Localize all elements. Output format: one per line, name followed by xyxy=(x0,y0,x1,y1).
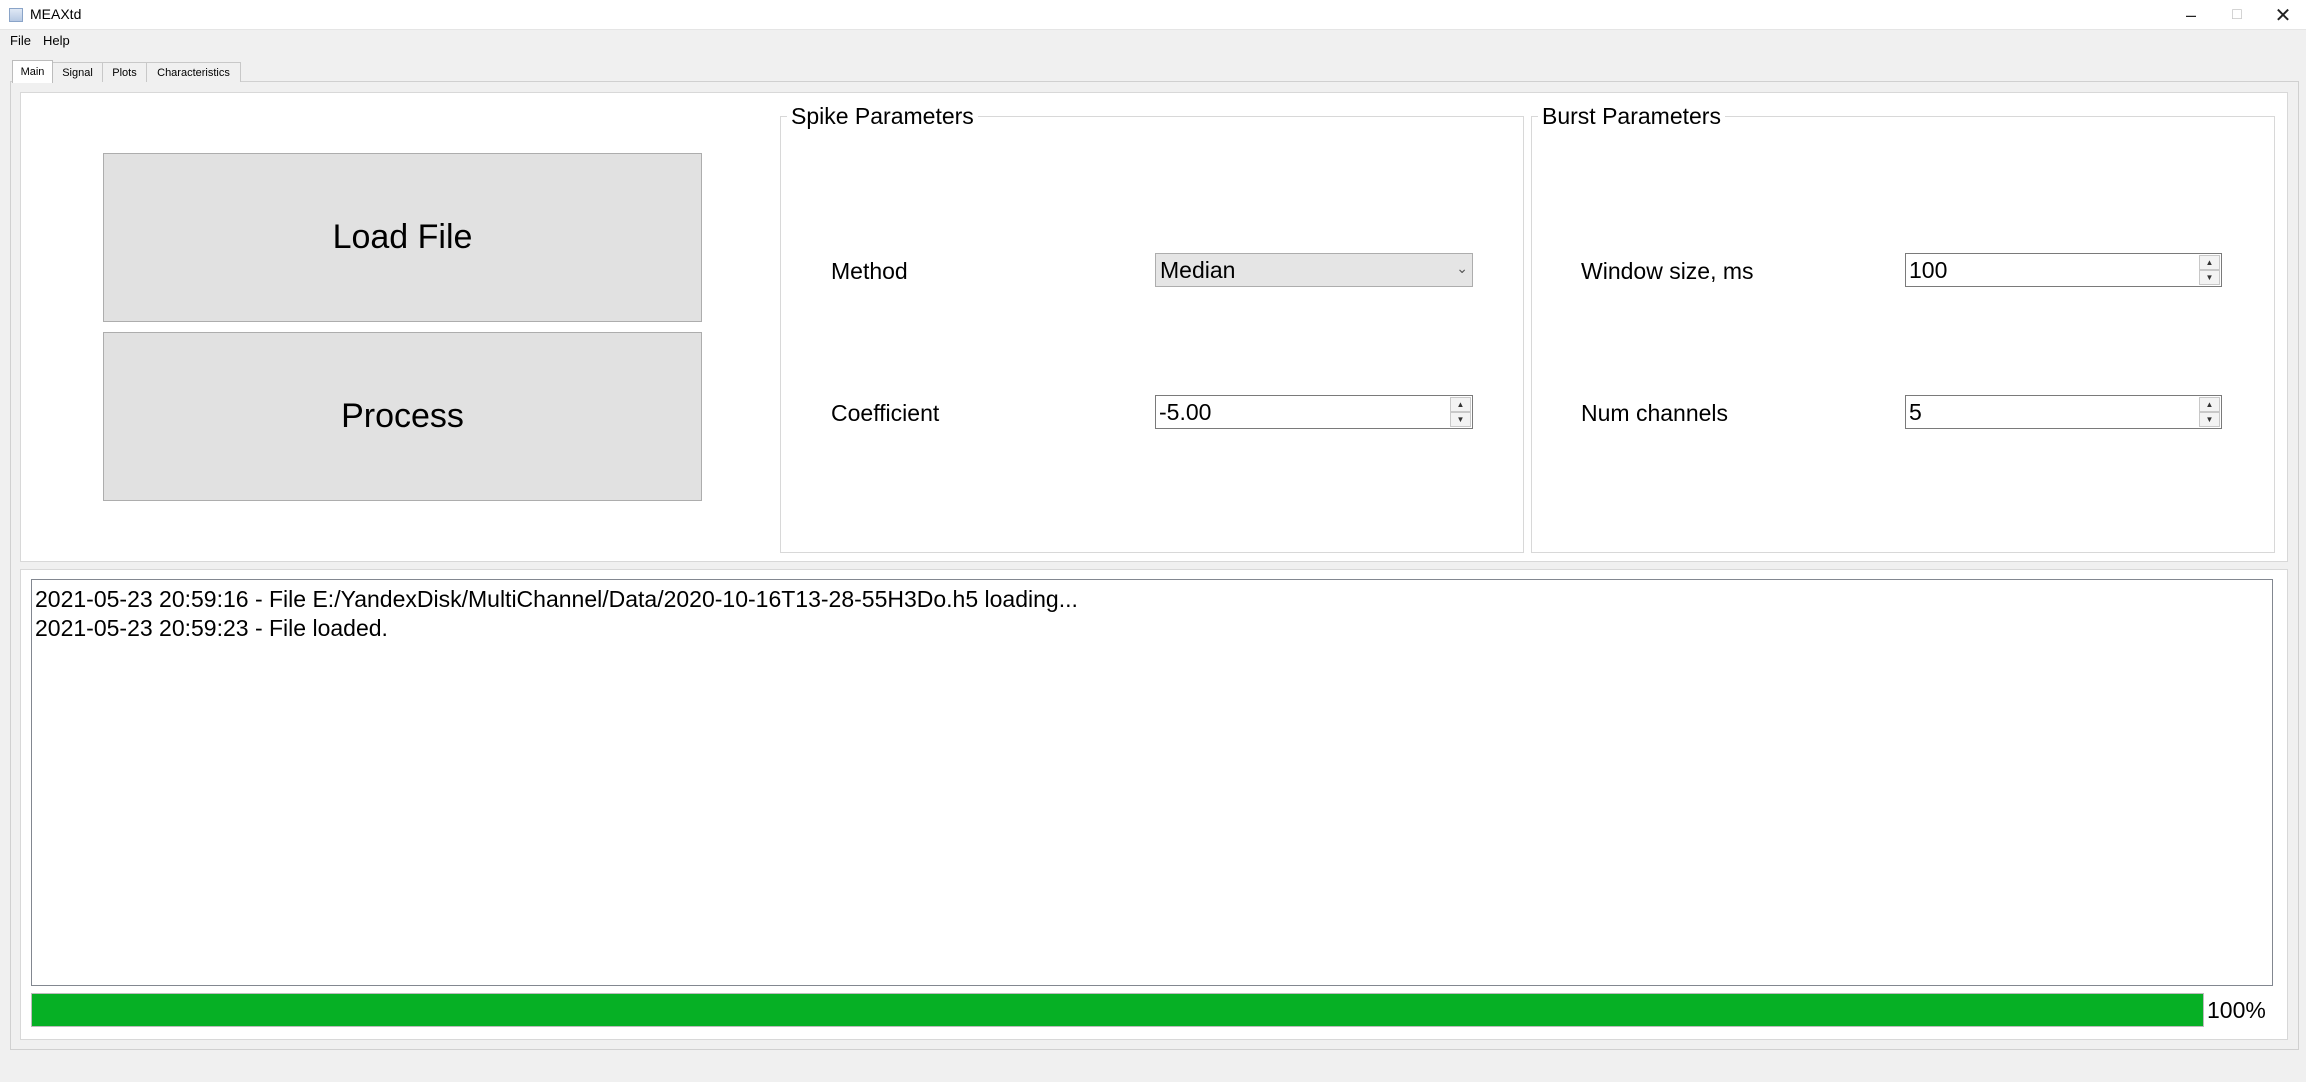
burst-parameters-group xyxy=(1531,116,2275,553)
log-line: 2021-05-23 20:59:16 - File E:/YandexDisk… xyxy=(35,586,1078,612)
method-label: Method xyxy=(831,258,908,284)
spin-up-icon[interactable]: ▲ xyxy=(2199,397,2220,412)
log-line: 2021-05-23 20:59:23 - File loaded. xyxy=(35,615,388,641)
window-title: MEAXtd xyxy=(30,6,82,22)
coefficient-spinbox[interactable]: -5.00 ▲ ▼ xyxy=(1155,395,1473,429)
coefficient-value: -5.00 xyxy=(1159,399,1212,425)
close-icon[interactable]: ✕ xyxy=(2260,0,2306,30)
menu-bar: File Help xyxy=(0,30,2306,52)
window-size-value: 100 xyxy=(1909,257,1948,283)
progress-fill xyxy=(32,994,2203,1026)
coefficient-label: Coefficient xyxy=(831,400,940,426)
tab-plots[interactable]: Plots xyxy=(102,62,147,82)
tab-signal[interactable]: Signal xyxy=(52,62,103,82)
method-select-value: Median xyxy=(1160,256,1236,283)
menu-file[interactable]: File xyxy=(10,33,31,48)
spike-parameters-group xyxy=(780,116,1524,553)
log-textarea[interactable]: 2021-05-23 20:59:16 - File E:/YandexDisk… xyxy=(31,579,2273,986)
method-select[interactable]: Median ⌄ xyxy=(1155,253,1473,287)
window-size-spinbox[interactable]: 100 ▲ ▼ xyxy=(1905,253,2222,287)
minimize-icon[interactable]: – xyxy=(2168,0,2214,30)
burst-parameters-title: Burst Parameters xyxy=(1538,103,1725,130)
spin-down-icon[interactable]: ▼ xyxy=(1450,412,1471,427)
spin-up-icon[interactable]: ▲ xyxy=(1450,397,1471,412)
progress-bar xyxy=(31,993,2204,1027)
progress-label: 100% xyxy=(2207,997,2266,1023)
window-size-label: Window size, ms xyxy=(1581,258,1754,284)
tab-characteristics[interactable]: Characteristics xyxy=(146,62,241,82)
maximize-icon[interactable]: □ xyxy=(2214,0,2260,30)
app-icon xyxy=(9,8,23,22)
process-button[interactable]: Process xyxy=(103,332,702,501)
num-channels-value: 5 xyxy=(1909,399,1922,425)
spike-parameters-title: Spike Parameters xyxy=(787,103,978,130)
spin-down-icon[interactable]: ▼ xyxy=(2199,412,2220,427)
spin-down-icon[interactable]: ▼ xyxy=(2199,270,2220,285)
chevron-down-icon: ⌄ xyxy=(1456,260,1468,276)
num-channels-spinbox[interactable]: 5 ▲ ▼ xyxy=(1905,395,2222,429)
title-bar: MEAXtd – □ ✕ xyxy=(0,0,2306,30)
num-channels-label: Num channels xyxy=(1581,400,1729,426)
load-file-button[interactable]: Load File xyxy=(103,153,702,322)
menu-help[interactable]: Help xyxy=(43,33,70,48)
spin-up-icon[interactable]: ▲ xyxy=(2199,255,2220,270)
tab-main[interactable]: Main xyxy=(12,60,53,83)
